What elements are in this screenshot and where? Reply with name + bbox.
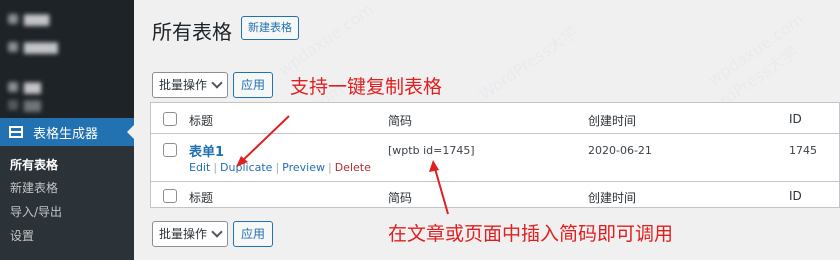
- annotation-arrows: [236, 115, 449, 215]
- arrow-to-duplicate: [238, 115, 290, 165]
- arrow-to-shortcode: [433, 164, 449, 215]
- arrow-head-icon: [429, 160, 439, 172]
